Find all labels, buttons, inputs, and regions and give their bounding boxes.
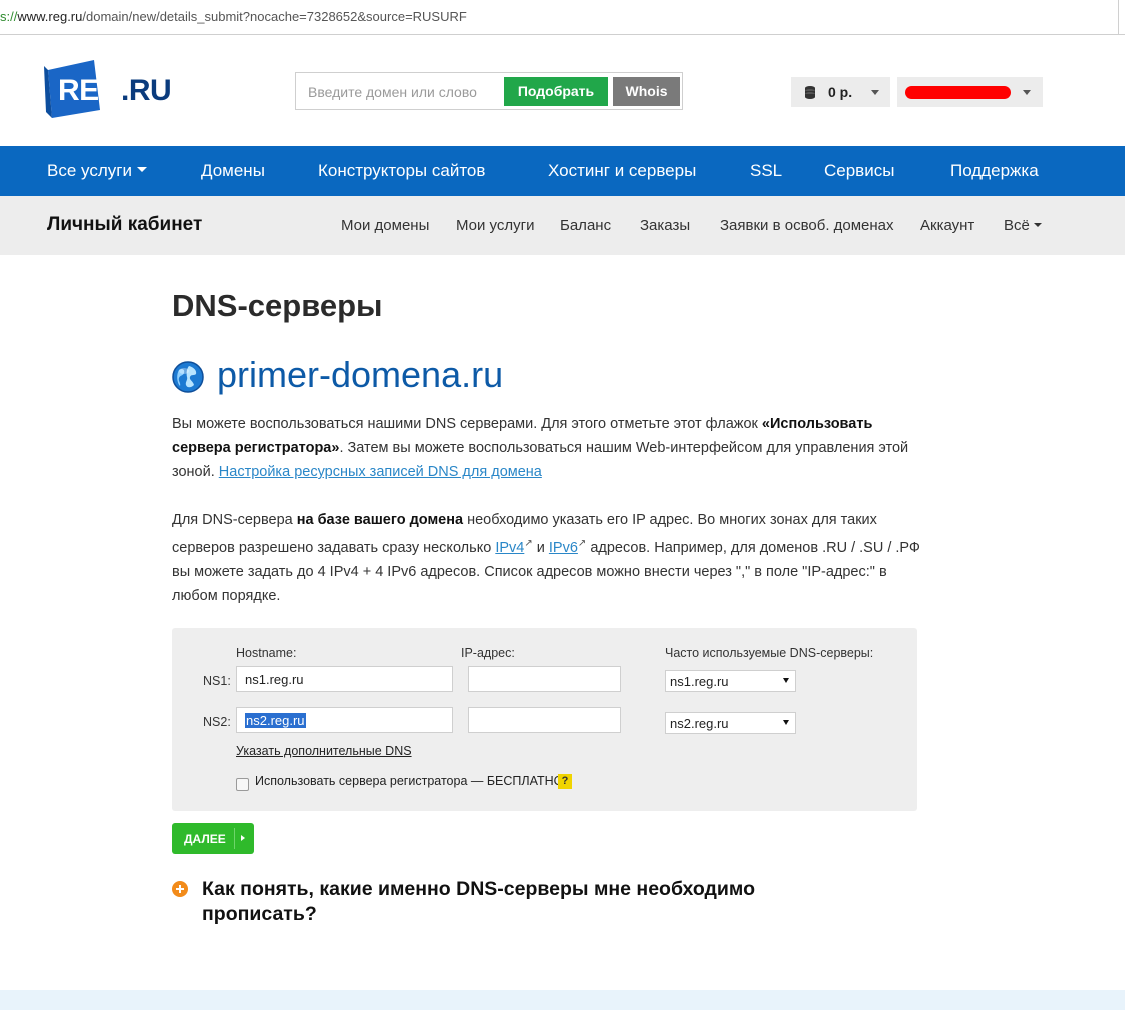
- ns1-ip-input[interactable]: [468, 666, 621, 692]
- dns-records-link[interactable]: Настройка ресурсных записей DNS для доме…: [219, 464, 542, 480]
- intro-paragraph: Вы можете воспользоваться нашими DNS сер…: [172, 416, 909, 480]
- ns1-hostname-input[interactable]: ns1.reg.ru: [236, 666, 453, 692]
- ipv6-link[interactable]: IPv6: [549, 540, 578, 556]
- ns1-label: NS1:: [203, 674, 231, 688]
- next-button[interactable]: ДАЛЕЕ: [172, 823, 254, 854]
- dns-ip-paragraph: Для DNS-сервера на базе вашего домена не…: [172, 512, 920, 604]
- chevron-down-icon: [1023, 90, 1031, 95]
- balance-dropdown[interactable]: 0 р.: [791, 77, 890, 107]
- arrow-right-icon: [241, 835, 245, 841]
- logo-text-reg: REG: [58, 74, 122, 107]
- dns-form-panel: Hostname: IP-адрес: Часто используемые D…: [172, 628, 917, 811]
- ns1-common-select[interactable]: ns1.reg.ru: [665, 670, 796, 692]
- help-icon[interactable]: ?: [558, 774, 572, 789]
- use-registrar-dns-label[interactable]: Использовать сервера регистратора — БЕСП…: [255, 774, 563, 788]
- redacted-username: [905, 86, 1011, 99]
- pick-button[interactable]: Подобрать: [504, 77, 608, 106]
- globe-icon: [172, 361, 204, 393]
- footer-band: [0, 990, 1125, 1010]
- nav-domains[interactable]: Домены: [201, 161, 265, 181]
- account-title[interactable]: Личный кабинет: [47, 214, 202, 236]
- url-text[interactable]: s://www.reg.ru/domain/new/details_submit…: [0, 9, 467, 24]
- account-nav: Личный кабинет Мои домены Мои услуги Бал…: [0, 196, 1125, 255]
- ipv4-link[interactable]: IPv4: [495, 540, 524, 556]
- hostname-label: Hostname:: [236, 646, 297, 660]
- nav-ssl[interactable]: SSL: [750, 161, 782, 181]
- common-dns-label: Часто используемые DNS-серверы:: [665, 646, 874, 660]
- nav-all-services[interactable]: Все услуги: [47, 161, 147, 181]
- main-nav: Все услуги Домены Конструкторы сайтов Хо…: [0, 146, 1125, 196]
- subnav-account[interactable]: Аккаунт: [920, 217, 974, 234]
- ns2-common-select[interactable]: ns2.reg.ru: [665, 712, 796, 734]
- nav-hosting[interactable]: Хостинг и серверы: [548, 161, 696, 181]
- ns2-ip-input[interactable]: [468, 707, 621, 733]
- use-registrar-dns-checkbox[interactable]: [236, 778, 249, 791]
- address-bar[interactable]: s://www.reg.ru/domain/new/details_submit…: [0, 0, 1125, 35]
- ip-label: IP-адрес:: [461, 646, 515, 660]
- ns2-hostname-input[interactable]: ns2.reg.ru: [236, 707, 453, 733]
- window-edge: [1118, 0, 1125, 34]
- button-divider: [234, 828, 235, 849]
- nav-support[interactable]: Поддержка: [950, 161, 1039, 181]
- logo-text-ru: .RU: [121, 74, 172, 107]
- ns2-label: NS2:: [203, 715, 231, 729]
- reg-ru-logo[interactable]: REG .RU: [44, 60, 174, 118]
- domain-search: Введите домен или слово Подобрать Whois: [295, 72, 683, 110]
- subnav-orders[interactable]: Заказы: [640, 217, 690, 234]
- subnav-my-services[interactable]: Мои услуги: [456, 217, 535, 234]
- subnav-backorders[interactable]: Заявки в освоб. доменах: [720, 217, 894, 234]
- dropdown-arrow-icon: [783, 678, 789, 683]
- add-more-dns-link[interactable]: Указать дополнительные DNS: [236, 744, 412, 758]
- coins-icon: [805, 86, 815, 99]
- user-menu[interactable]: [897, 77, 1043, 107]
- faq-question[interactable]: Как понять, какие именно DNS-серверы мне…: [202, 877, 802, 927]
- domain-name-heading: primer-domena.ru: [217, 354, 504, 395]
- nav-site-builders[interactable]: Конструкторы сайтов: [318, 161, 485, 181]
- dropdown-arrow-icon: [783, 720, 789, 725]
- external-link-icon: ↗: [524, 538, 533, 549]
- caret-down-icon: [136, 167, 147, 173]
- domain-search-input[interactable]: Введите домен или слово: [308, 84, 477, 100]
- nav-services[interactable]: Сервисы: [824, 161, 894, 181]
- whois-button[interactable]: Whois: [613, 77, 680, 106]
- subnav-balance[interactable]: Баланс: [560, 217, 611, 234]
- expand-plus-icon[interactable]: [172, 881, 188, 897]
- caret-down-icon: [1033, 223, 1042, 227]
- page-title: DNS-серверы: [172, 288, 383, 323]
- balance-amount: 0 р.: [828, 84, 853, 100]
- subnav-my-domains[interactable]: Мои домены: [341, 217, 429, 234]
- subnav-all[interactable]: Всё: [1004, 217, 1042, 234]
- chevron-down-icon: [871, 90, 879, 95]
- next-button-label: ДАЛЕЕ: [184, 832, 226, 846]
